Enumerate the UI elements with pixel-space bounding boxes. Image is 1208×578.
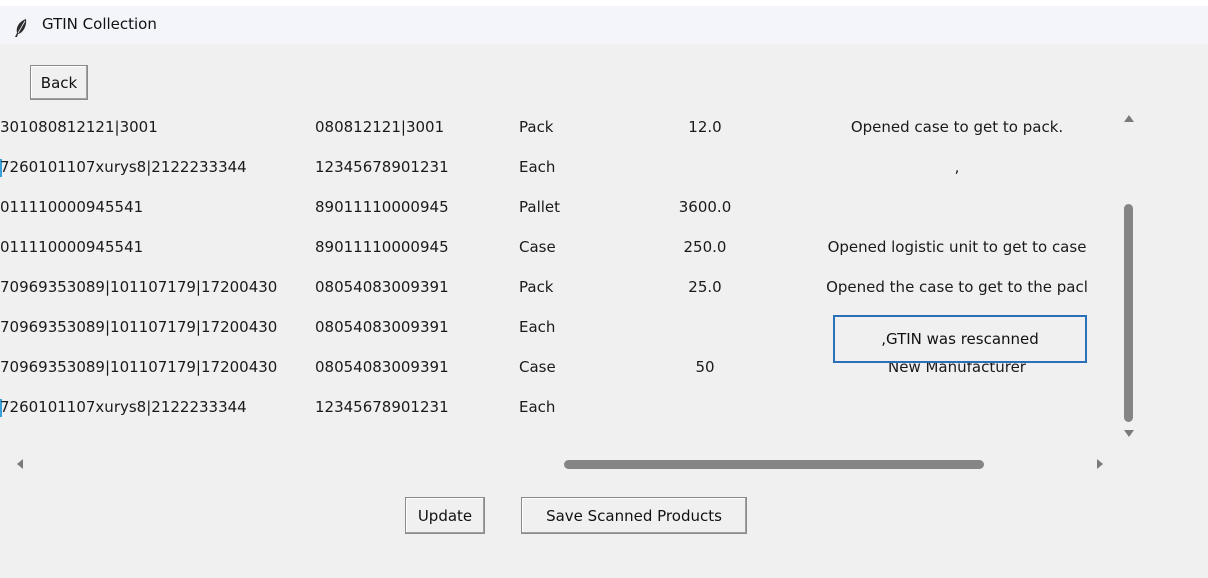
cell-quantity: 50 (695, 358, 715, 376)
table-row[interactable]: 70969353089|101107179|17200430 080540830… (0, 267, 1114, 307)
cell-unit: Each (519, 158, 556, 176)
cell-quantity: 12.0 (688, 118, 722, 136)
cell-gtin: 12345678901231 (315, 398, 449, 416)
table-row[interactable]: 7260101107xurys8|2122233344 123456789012… (0, 387, 1114, 427)
cell-unit: Pack (519, 278, 554, 296)
window-title: GTIN Collection (42, 15, 157, 33)
cell-note: Opened the case to get to the pacl (826, 278, 1088, 296)
products-table[interactable]: 301080812121|3001 080812121|3001 Pack 12… (0, 107, 1114, 450)
cell-note: Opened case to get to pack. (850, 118, 1064, 136)
vertical-scrollbar[interactable] (1116, 107, 1142, 450)
horizontal-scroll-thumb[interactable] (564, 460, 984, 469)
horizontal-scrollbar[interactable] (0, 452, 1114, 476)
cell-unit: Case (519, 238, 556, 256)
cell-barcode: 011110000945541 (0, 198, 144, 216)
cell-gtin: 080812121|3001 (315, 118, 445, 136)
cell-note: , (954, 158, 960, 176)
scroll-right-icon[interactable] (1097, 459, 1103, 469)
cell-barcode: 011110000945541 (0, 238, 144, 256)
cell-unit: Each (519, 318, 556, 336)
cell-barcode: 70969353089|101107179|17200430 (0, 278, 278, 296)
cell-quantity: 250.0 (683, 238, 727, 256)
cell-gtin: 08054083009391 (315, 278, 449, 296)
table-row[interactable]: 301080812121|3001 080812121|3001 Pack 12… (0, 107, 1114, 147)
cell-unit: Pallet (519, 198, 561, 216)
cell-barcode: 70969353089|101107179|17200430 (0, 358, 278, 376)
cell-gtin: 12345678901231 (315, 158, 449, 176)
table-row[interactable]: 7260101107xurys8|2122233344 123456789012… (0, 147, 1114, 187)
cell-gtin: 08054083009391 (315, 358, 449, 376)
scroll-up-icon[interactable] (1124, 115, 1134, 122)
update-button[interactable]: Update (405, 497, 485, 534)
cell-unit: Each (519, 398, 556, 416)
back-button[interactable]: Back (30, 65, 88, 100)
cell-barcode: 7260101107xurys8|2122233344 (0, 158, 247, 176)
table-row[interactable]: 011110000945541 89011110000945 Case 250.… (0, 227, 1114, 267)
feather-icon (15, 19, 27, 37)
cell-barcode: 70969353089|101107179|17200430 (0, 318, 278, 336)
cell-gtin: 89011110000945 (315, 238, 449, 256)
vertical-scroll-thumb[interactable] (1124, 204, 1133, 422)
save-scanned-products-button[interactable]: Save Scanned Products (521, 497, 747, 534)
cell-gtin: 89011110000945 (315, 198, 449, 216)
cell-quantity: 3600.0 (678, 198, 732, 216)
cell-barcode: 301080812121|3001 (0, 118, 158, 136)
table-row[interactable]: 011110000945541 89011110000945 Pallet 36… (0, 187, 1114, 227)
cell-gtin: 08054083009391 (315, 318, 449, 336)
cell-barcode: 7260101107xurys8|2122233344 (0, 398, 247, 416)
cell-unit: Pack (519, 118, 554, 136)
cell-note: Opened logistic unit to get to case (827, 238, 1087, 256)
title-bar: GTIN Collection (0, 6, 1208, 44)
cell-quantity: 25.0 (688, 278, 722, 296)
scroll-left-icon[interactable] (17, 459, 23, 469)
note-edit-field[interactable]: ,GTIN was rescanned (833, 315, 1087, 363)
cell-unit: Case (519, 358, 556, 376)
scroll-down-icon[interactable] (1124, 430, 1134, 437)
